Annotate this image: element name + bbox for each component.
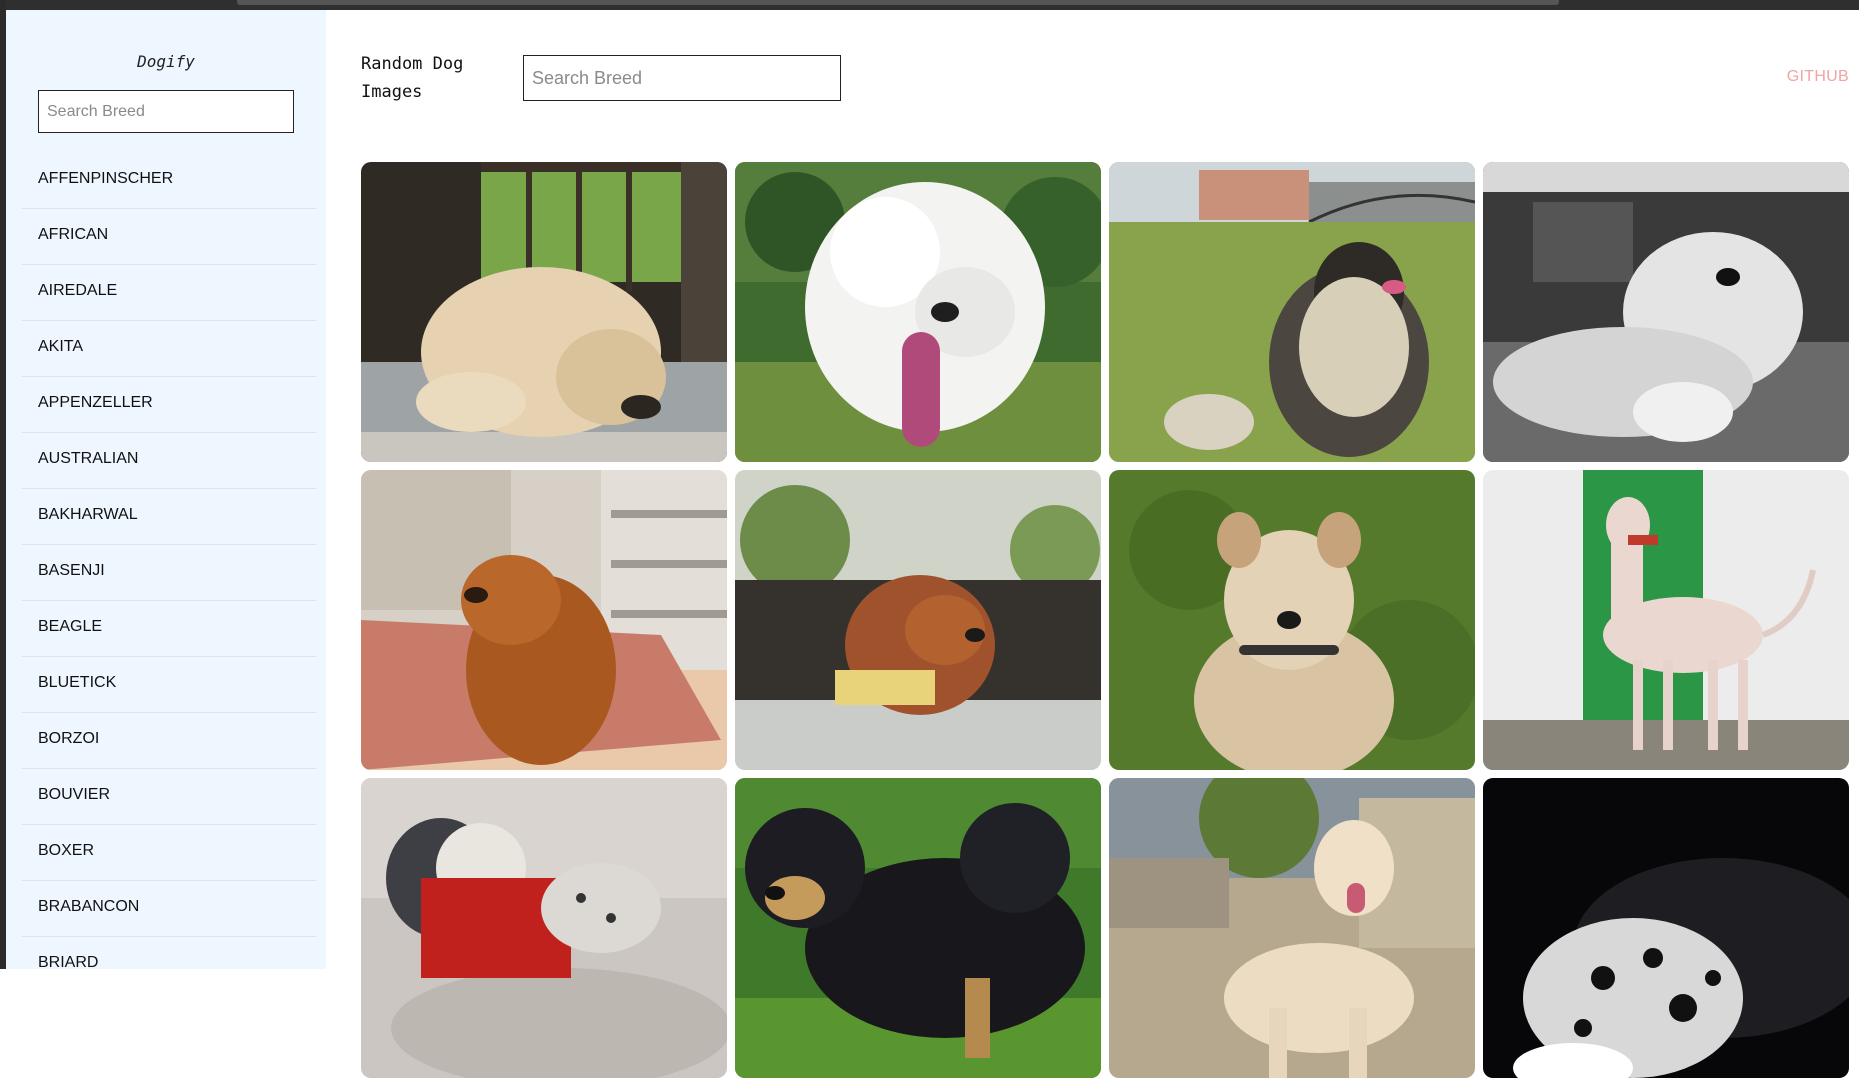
sidebar: Dogify affenpinscherafricanairedaleakita… bbox=[6, 10, 326, 969]
dog-photo-white-bully bbox=[1109, 778, 1475, 1078]
dog-image-card[interactable] bbox=[1483, 778, 1849, 1078]
dog-image-card[interactable] bbox=[1109, 470, 1475, 770]
breed-item-african[interactable]: african bbox=[22, 209, 316, 265]
dog-photo-lakeland-terrier bbox=[1109, 470, 1475, 770]
app-title: Dogify bbox=[137, 52, 195, 71]
breed-item-bakharwal[interactable]: bakharwal bbox=[22, 489, 316, 545]
dog-image-card[interactable] bbox=[735, 778, 1101, 1078]
breed-item-borzoi[interactable]: borzoi bbox=[22, 713, 316, 769]
github-link[interactable]: GITHUB bbox=[1787, 68, 1849, 86]
dog-image-card[interactable] bbox=[1483, 470, 1849, 770]
dog-photo-shar-pei bbox=[361, 778, 727, 1078]
breed-item-beagle[interactable]: beagle bbox=[22, 601, 316, 657]
breed-item-basenji[interactable]: basenji bbox=[22, 545, 316, 601]
dog-image-card[interactable] bbox=[1109, 778, 1475, 1078]
dog-photo-tibetan-mastiff bbox=[735, 778, 1101, 1078]
dog-image-card[interactable] bbox=[1483, 162, 1849, 462]
dog-image-grid bbox=[361, 162, 1849, 1078]
breed-item-affenpinscher[interactable]: affenpinscher bbox=[22, 153, 316, 209]
breed-item-boxer[interactable]: boxer bbox=[22, 825, 316, 881]
dog-image-card[interactable] bbox=[361, 470, 727, 770]
breed-item-airedale[interactable]: airedale bbox=[22, 265, 316, 321]
dog-image-card[interactable] bbox=[735, 162, 1101, 462]
dog-photo-toy-poodle bbox=[735, 470, 1101, 770]
dog-photo-dalmatian bbox=[1483, 778, 1849, 1078]
breed-search-input[interactable] bbox=[523, 55, 841, 101]
page-title: Random Dog Images bbox=[361, 54, 464, 102]
horizontal-scrollbar[interactable] bbox=[237, 0, 1559, 5]
dog-photo-white-sighthound bbox=[1483, 470, 1849, 770]
dog-photo-keeshond bbox=[1109, 162, 1475, 462]
sidebar-search-input[interactable] bbox=[38, 90, 294, 133]
dog-image-card[interactable] bbox=[735, 470, 1101, 770]
breed-item-brabancon[interactable]: brabancon bbox=[22, 881, 316, 937]
breed-item-bouvier[interactable]: bouvier bbox=[22, 769, 316, 825]
dog-photo-cocker-spaniel bbox=[361, 470, 727, 770]
breed-item-briard[interactable]: briard bbox=[22, 937, 316, 969]
dog-photo-havanese bbox=[1483, 162, 1849, 462]
dog-photo-wheaten-terrier bbox=[361, 162, 727, 462]
breed-list: affenpinscher african airedale akita appenze… bbox=[22, 153, 316, 969]
dog-image-card[interactable] bbox=[361, 162, 727, 462]
breed-item-bluetick[interactable]: bluetick bbox=[22, 657, 316, 713]
breed-item-appenzeller[interactable]: appenzeller bbox=[22, 377, 316, 433]
breed-item-australian[interactable]: australian bbox=[22, 433, 316, 489]
dog-image-card[interactable] bbox=[1109, 162, 1475, 462]
dog-image-card[interactable] bbox=[361, 778, 727, 1078]
breed-item-akita[interactable]: akita bbox=[22, 321, 316, 377]
dog-photo-white-poodle bbox=[735, 162, 1101, 462]
